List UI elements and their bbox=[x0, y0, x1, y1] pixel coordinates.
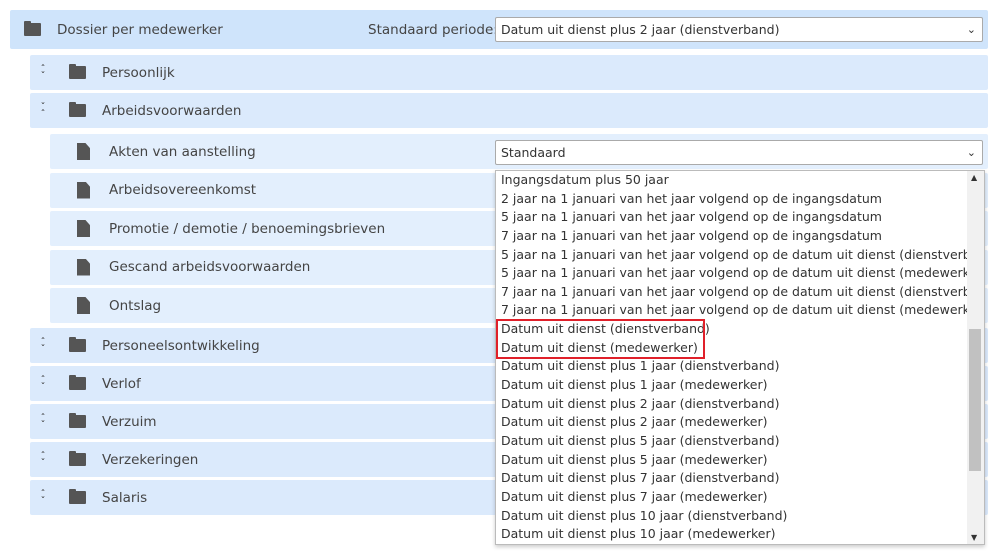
document-period-value: Standaard bbox=[501, 145, 566, 160]
dropdown-option[interactable]: Ingangsdatum plus 50 jaar bbox=[496, 171, 984, 190]
group-label: Arbeidsvoorwaarden bbox=[102, 102, 242, 119]
dropdown-option[interactable]: Datum uit dienst plus 5 jaar (dienstverb… bbox=[496, 432, 984, 451]
dropdown-option[interactable]: 7 jaar na 1 januari van het jaar volgend… bbox=[496, 301, 984, 320]
period-dropdown-list[interactable]: Ingangsdatum plus 50 jaar 2 jaar na 1 jan… bbox=[495, 170, 985, 545]
folder-icon bbox=[24, 21, 41, 36]
dropdown-option[interactable]: Datum uit dienst plus 1 jaar (dienstverb… bbox=[496, 357, 984, 376]
dropdown-option[interactable]: Datum uit dienst plus 7 jaar (medewerker… bbox=[496, 488, 984, 507]
folder-icon bbox=[69, 64, 86, 79]
dropdown-option[interactable]: Datum uit dienst plus 10 jaar (dienstver… bbox=[496, 507, 984, 526]
file-icon bbox=[77, 181, 90, 199]
dropdown-scrollbar[interactable]: ▲ ▼ bbox=[967, 171, 984, 544]
folder-icon bbox=[69, 489, 86, 504]
file-icon bbox=[77, 143, 90, 160]
dropdown-option[interactable]: 7 jaar na 1 januari van het jaar volgend… bbox=[496, 227, 984, 246]
folder-icon bbox=[69, 337, 86, 352]
dossier-title: Dossier per medewerker bbox=[57, 21, 223, 38]
dropdown-option[interactable]: 5 jaar na 1 januari van het jaar volgend… bbox=[496, 246, 984, 265]
group-label: Verzekeringen bbox=[102, 451, 199, 468]
dropdown-option[interactable]: Datum uit dienst plus 1 jaar (medewerker… bbox=[496, 376, 984, 395]
highlight-box bbox=[496, 319, 705, 359]
folder-icon bbox=[69, 413, 86, 428]
document-label: Gescand arbeidsvoorwaarden bbox=[109, 259, 311, 275]
document-label: Promotie / demotie / benoemingsbrieven bbox=[109, 220, 386, 237]
dropdown-option[interactable]: Datum uit dienst plus 5 jaar (medewerker… bbox=[496, 451, 984, 470]
group-label: Verzuim bbox=[102, 413, 157, 430]
expand-icon[interactable]: ˆˇ bbox=[38, 413, 48, 430]
scroll-down-icon[interactable]: ▼ bbox=[971, 533, 977, 542]
document-label: Ontslag bbox=[109, 297, 162, 314]
folder-icon bbox=[69, 375, 86, 390]
standard-period-select[interactable]: Datum uit dienst plus 2 jaar (dienstverb… bbox=[495, 17, 983, 42]
dropdown-option[interactable]: Datum uit dienst plus 10 jaar (medewerke… bbox=[496, 525, 984, 544]
group-label: Salaris bbox=[102, 489, 148, 506]
group-row[interactable]: ˆˇ Persoonlijk bbox=[30, 55, 988, 90]
group-label: Verlof bbox=[102, 375, 141, 392]
expand-icon[interactable]: ˆˇ bbox=[38, 489, 48, 506]
dropdown-option[interactable]: Datum uit dienst plus 2 jaar (dienstverb… bbox=[496, 395, 984, 414]
scrollbar-thumb[interactable] bbox=[969, 329, 981, 471]
folder-icon bbox=[69, 451, 86, 466]
scroll-up-icon[interactable]: ▲ bbox=[971, 173, 977, 182]
dropdown-option[interactable]: 2 jaar na 1 januari van het jaar volgend… bbox=[496, 190, 984, 209]
standard-period-value: Datum uit dienst plus 2 jaar (dienstverb… bbox=[501, 22, 780, 37]
expand-icon[interactable]: ˆˇ bbox=[38, 375, 48, 392]
expand-icon[interactable]: ˆˇ bbox=[38, 64, 48, 81]
expand-icon[interactable]: ˆˇ bbox=[38, 451, 48, 468]
dropdown-option[interactable]: 5 jaar na 1 januari van het jaar volgend… bbox=[496, 208, 984, 227]
group-label: Personeelsontwikkeling bbox=[102, 337, 260, 354]
period-label: Standaard periode: bbox=[368, 21, 498, 38]
folder-icon bbox=[69, 102, 86, 117]
chevron-down-icon: ⌄ bbox=[966, 146, 976, 159]
dropdown-option[interactable]: Datum uit dienst plus 2 jaar (medewerker… bbox=[496, 413, 984, 432]
file-icon bbox=[77, 258, 90, 276]
dropdown-option[interactable]: 5 jaar na 1 januari van het jaar volgend… bbox=[496, 264, 984, 283]
group-row[interactable]: ˇˆ Arbeidsvoorwaarden bbox=[30, 93, 988, 128]
chevron-down-icon: ⌄ bbox=[966, 23, 976, 36]
file-icon bbox=[77, 297, 90, 314]
group-label: Persoonlijk bbox=[102, 64, 175, 81]
expand-icon[interactable]: ˆˇ bbox=[38, 337, 48, 354]
document-period-select[interactable]: Standaard ⌄ bbox=[495, 140, 983, 165]
collapse-icon[interactable]: ˇˆ bbox=[38, 102, 48, 119]
dropdown-option[interactable]: 7 jaar na 1 januari van het jaar volgend… bbox=[496, 283, 984, 302]
document-label: Arbeidsovereenkomst bbox=[109, 182, 257, 198]
dropdown-option[interactable]: Datum uit dienst plus 7 jaar (dienstverb… bbox=[496, 469, 984, 488]
file-icon bbox=[77, 220, 90, 237]
document-label: Akten van aanstelling bbox=[109, 143, 256, 160]
